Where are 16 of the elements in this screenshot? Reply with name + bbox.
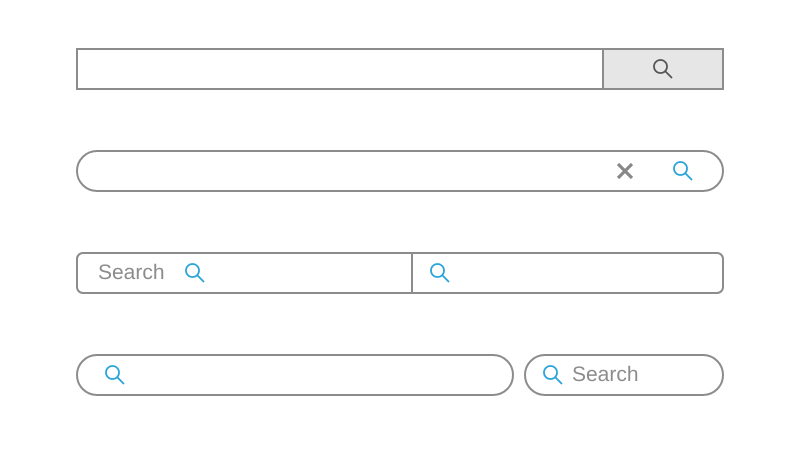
search-field[interactable]: [76, 354, 514, 396]
search-button[interactable]: [602, 48, 724, 90]
search-icon: [429, 262, 451, 284]
search-input[interactable]: Search: [98, 261, 172, 285]
search-field[interactable]: [76, 48, 602, 90]
search-icon: [184, 262, 206, 284]
search-icon: [104, 364, 126, 386]
search-field[interactable]: Search: [76, 252, 413, 294]
search-icon: [672, 160, 694, 182]
search-input[interactable]: Search: [572, 363, 722, 387]
search-icon: [542, 364, 564, 386]
search-icon: [652, 58, 674, 80]
clear-icon[interactable]: [616, 162, 634, 180]
search-field[interactable]: [76, 150, 724, 192]
search-field[interactable]: [411, 252, 724, 294]
search-field[interactable]: Search: [524, 354, 724, 396]
